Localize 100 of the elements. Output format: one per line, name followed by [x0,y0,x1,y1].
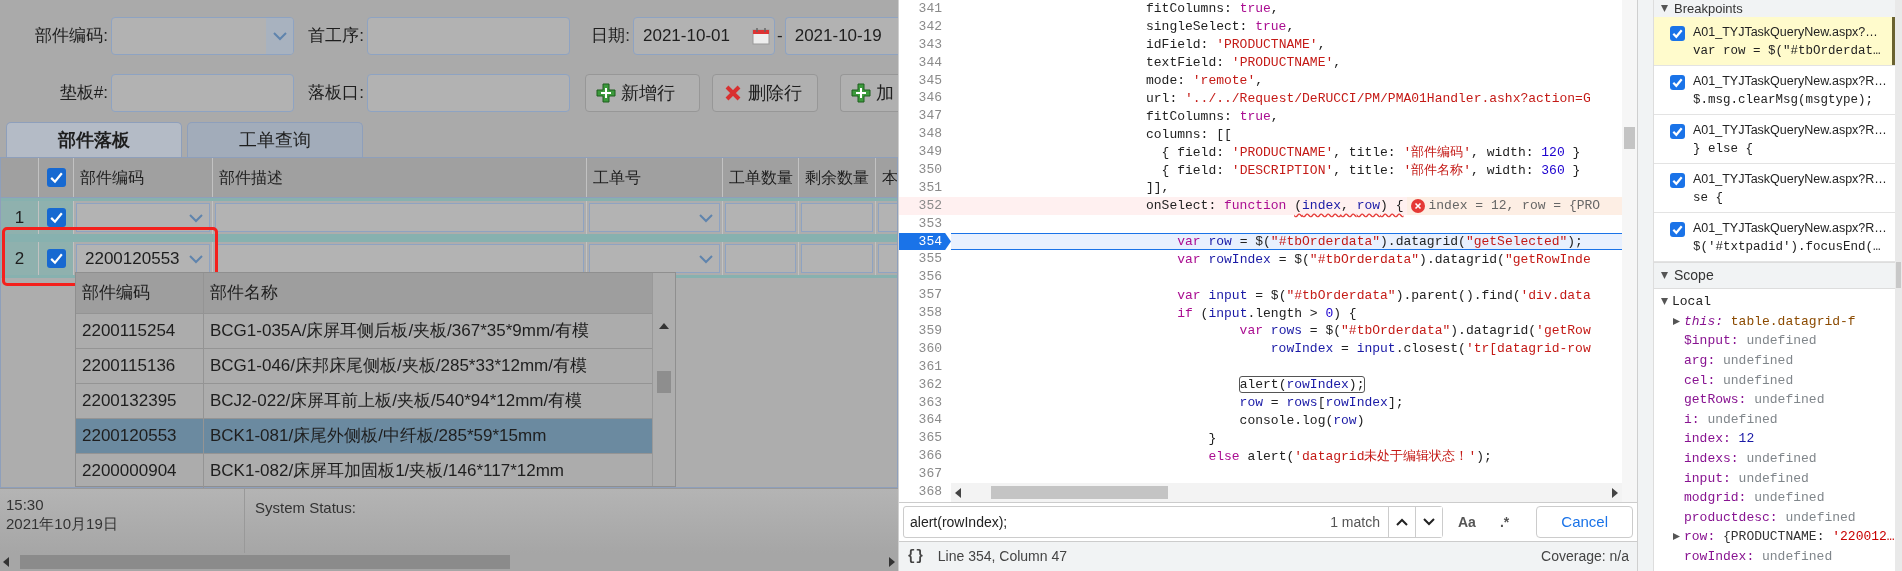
scope-label[interactable]: Local [1672,294,1711,310]
breakpoint-code: $('#txtpadid').focusEnd(… [1693,240,1881,254]
scope-variable[interactable]: i: undefined [1684,411,1778,427]
scope-variable[interactable]: arg: undefined [1684,353,1794,369]
input-field[interactable] [725,203,796,232]
checkbox[interactable] [1670,75,1685,90]
breakpoint-location: A01_TYJTaskQueryNew.aspx?… [1693,24,1878,41]
table-cell: 2200120553 [76,419,204,453]
combo-box[interactable] [111,17,294,55]
scope-variable[interactable]: rowIndex: undefined [1684,549,1833,564]
status-date: 2021年10月19日 [6,514,118,533]
combo-box[interactable] [589,244,720,273]
toolbar-button[interactable]: 加 [840,74,898,112]
breakpoint-item[interactable]: A01_TYJTaskQueryNew.aspx?R… $.msg.clearMsg(msgtype); [1654,66,1895,115]
tab[interactable]: 工单查询 [187,122,363,157]
input-field[interactable] [215,203,584,232]
scope-variable[interactable]: indexs: undefined [1684,451,1817,467]
line-number[interactable]: 342 [899,17,951,36]
line-number[interactable]: 365 [899,429,951,448]
date-separator: - [777,25,783,48]
line-number[interactable]: 360 [899,339,951,358]
scope-variable[interactable]: getRows: undefined [1684,392,1825,408]
breakpoint-item[interactable]: A01_TYJTaskQueryNew.aspx?R… $('#txtpadid').focusEnd(… [1654,213,1895,262]
scope-variable[interactable]: this: table.datagrid-f [1684,313,1856,329]
regex-button[interactable]: .* [1490,511,1519,533]
line-number[interactable]: 343 [899,35,951,54]
input-field[interactable] [801,203,873,232]
scope-variable[interactable]: $input: undefined [1684,333,1817,349]
line-number[interactable]: 355 [899,250,951,269]
dropdown-row[interactable]: 2200120553 BCK1-081/床尾外侧板/中纤板/285*59*15mm [76,418,652,453]
line-number[interactable]: 356 [899,268,951,287]
status-label: System Status: [254,498,357,518]
toolbar-button[interactable]: 新增行 [585,74,700,112]
line-number[interactable]: 348 [899,125,951,144]
input-field[interactable] [111,74,294,112]
line-number[interactable]: 357 [899,286,951,305]
input-field[interactable] [725,244,796,273]
toolbar-button[interactable]: 删除行 [712,74,818,112]
line-number[interactable]: 344 [899,53,951,72]
code-line: onSelect: function (index, row) { [1146,198,1404,214]
combo-box[interactable]: 2200120553 [76,244,210,273]
date-field[interactable]: 2021-10-01 [633,17,775,55]
line-number[interactable]: 354 [899,232,951,251]
scope-variable[interactable]: index: 12 [1684,431,1755,447]
line-number[interactable]: 351 [899,178,951,197]
date-field[interactable]: 2021-10-19 [784,17,898,55]
line-number[interactable]: 362 [899,375,951,394]
scope-variable[interactable]: cel: undefined [1684,372,1794,388]
code-line: columns: [[ [1146,126,1232,142]
checkbox[interactable] [46,208,66,227]
code-line: console.log(row) [1238,412,1365,428]
line-number[interactable]: 367 [899,465,951,484]
line-number[interactable]: 341 [899,0,951,18]
combo-box[interactable] [589,203,720,232]
dropdown-row[interactable]: 2200115254 BCG1-035A/床屏耳侧后板/夹板/367*35*9mm/有模 [76,313,652,348]
input-field[interactable] [367,74,570,112]
line-number[interactable]: 358 [899,304,951,323]
line-number[interactable]: 347 [899,107,951,126]
input-field[interactable] [801,244,873,273]
line-number[interactable]: 359 [899,322,951,340]
breakpoint-code: $.msg.clearMsg(msgtype); [1693,93,1874,107]
pretty-print-button[interactable]: {} [907,546,924,567]
breakpoint-item[interactable]: A01_TYJTaskQueryNew.aspx?R… } else { [1654,115,1895,164]
checkbox[interactable] [46,249,66,268]
dropdown-row[interactable]: 2200115136 BCG1-046/床邦床尾侧板/夹板/285*33*12mm/有模 [76,348,652,383]
scope-variable[interactable]: row: {PRODUCTNAME: '220012… [1684,529,1895,545]
line-number[interactable]: 350 [899,161,951,179]
code-line: var input = $("#tbOrderdata").parent().find('div.data [1176,287,1591,303]
match-case-button[interactable]: Aa [1449,511,1485,533]
line-number[interactable]: 363 [899,393,951,412]
checkbox[interactable] [1670,222,1685,237]
x-icon [723,83,743,103]
line-number[interactable]: 349 [899,143,951,161]
tab[interactable]: 部件落板 [6,122,182,157]
scope-variable[interactable]: modgrid: undefined [1684,490,1825,506]
scope-variable[interactable]: input: undefined [1684,470,1809,486]
line-number[interactable]: 353 [899,214,951,233]
checkbox[interactable] [46,168,66,187]
plus-icon [596,83,616,103]
cancel-button[interactable]: Cancel [1536,506,1633,538]
breakpoint-item[interactable]: A01_TYJTaskQueryNew.aspx?… var row = $("#tbOrderdat… [1654,17,1895,66]
section-title[interactable]: Breakpoints [1674,0,1743,19]
line-number[interactable]: 346 [899,89,951,108]
input-field[interactable] [215,244,584,273]
line-number[interactable]: 364 [899,411,951,430]
checkbox[interactable] [1670,173,1685,188]
search-field[interactable]: alert(rowIndex); [904,511,1331,533]
field-label: 落板口: [308,82,364,105]
section-title[interactable]: Scope [1674,265,1714,286]
scope-variable[interactable]: productdesc: undefined [1684,509,1856,525]
field-label: 垫板#: [59,82,108,105]
checkbox[interactable] [1670,26,1685,41]
checkbox[interactable] [1670,124,1685,139]
chevron-down-icon [698,253,714,264]
next-match-button[interactable] [1415,507,1442,537]
line-number[interactable]: 361 [899,357,951,376]
input-field[interactable] [367,17,570,55]
line-number[interactable]: 366 [899,447,951,466]
breakpoint-item[interactable]: A01_TYJTaskQueryNew.aspx?R… se { [1654,164,1895,213]
line-number[interactable]: 368 [899,483,951,501]
